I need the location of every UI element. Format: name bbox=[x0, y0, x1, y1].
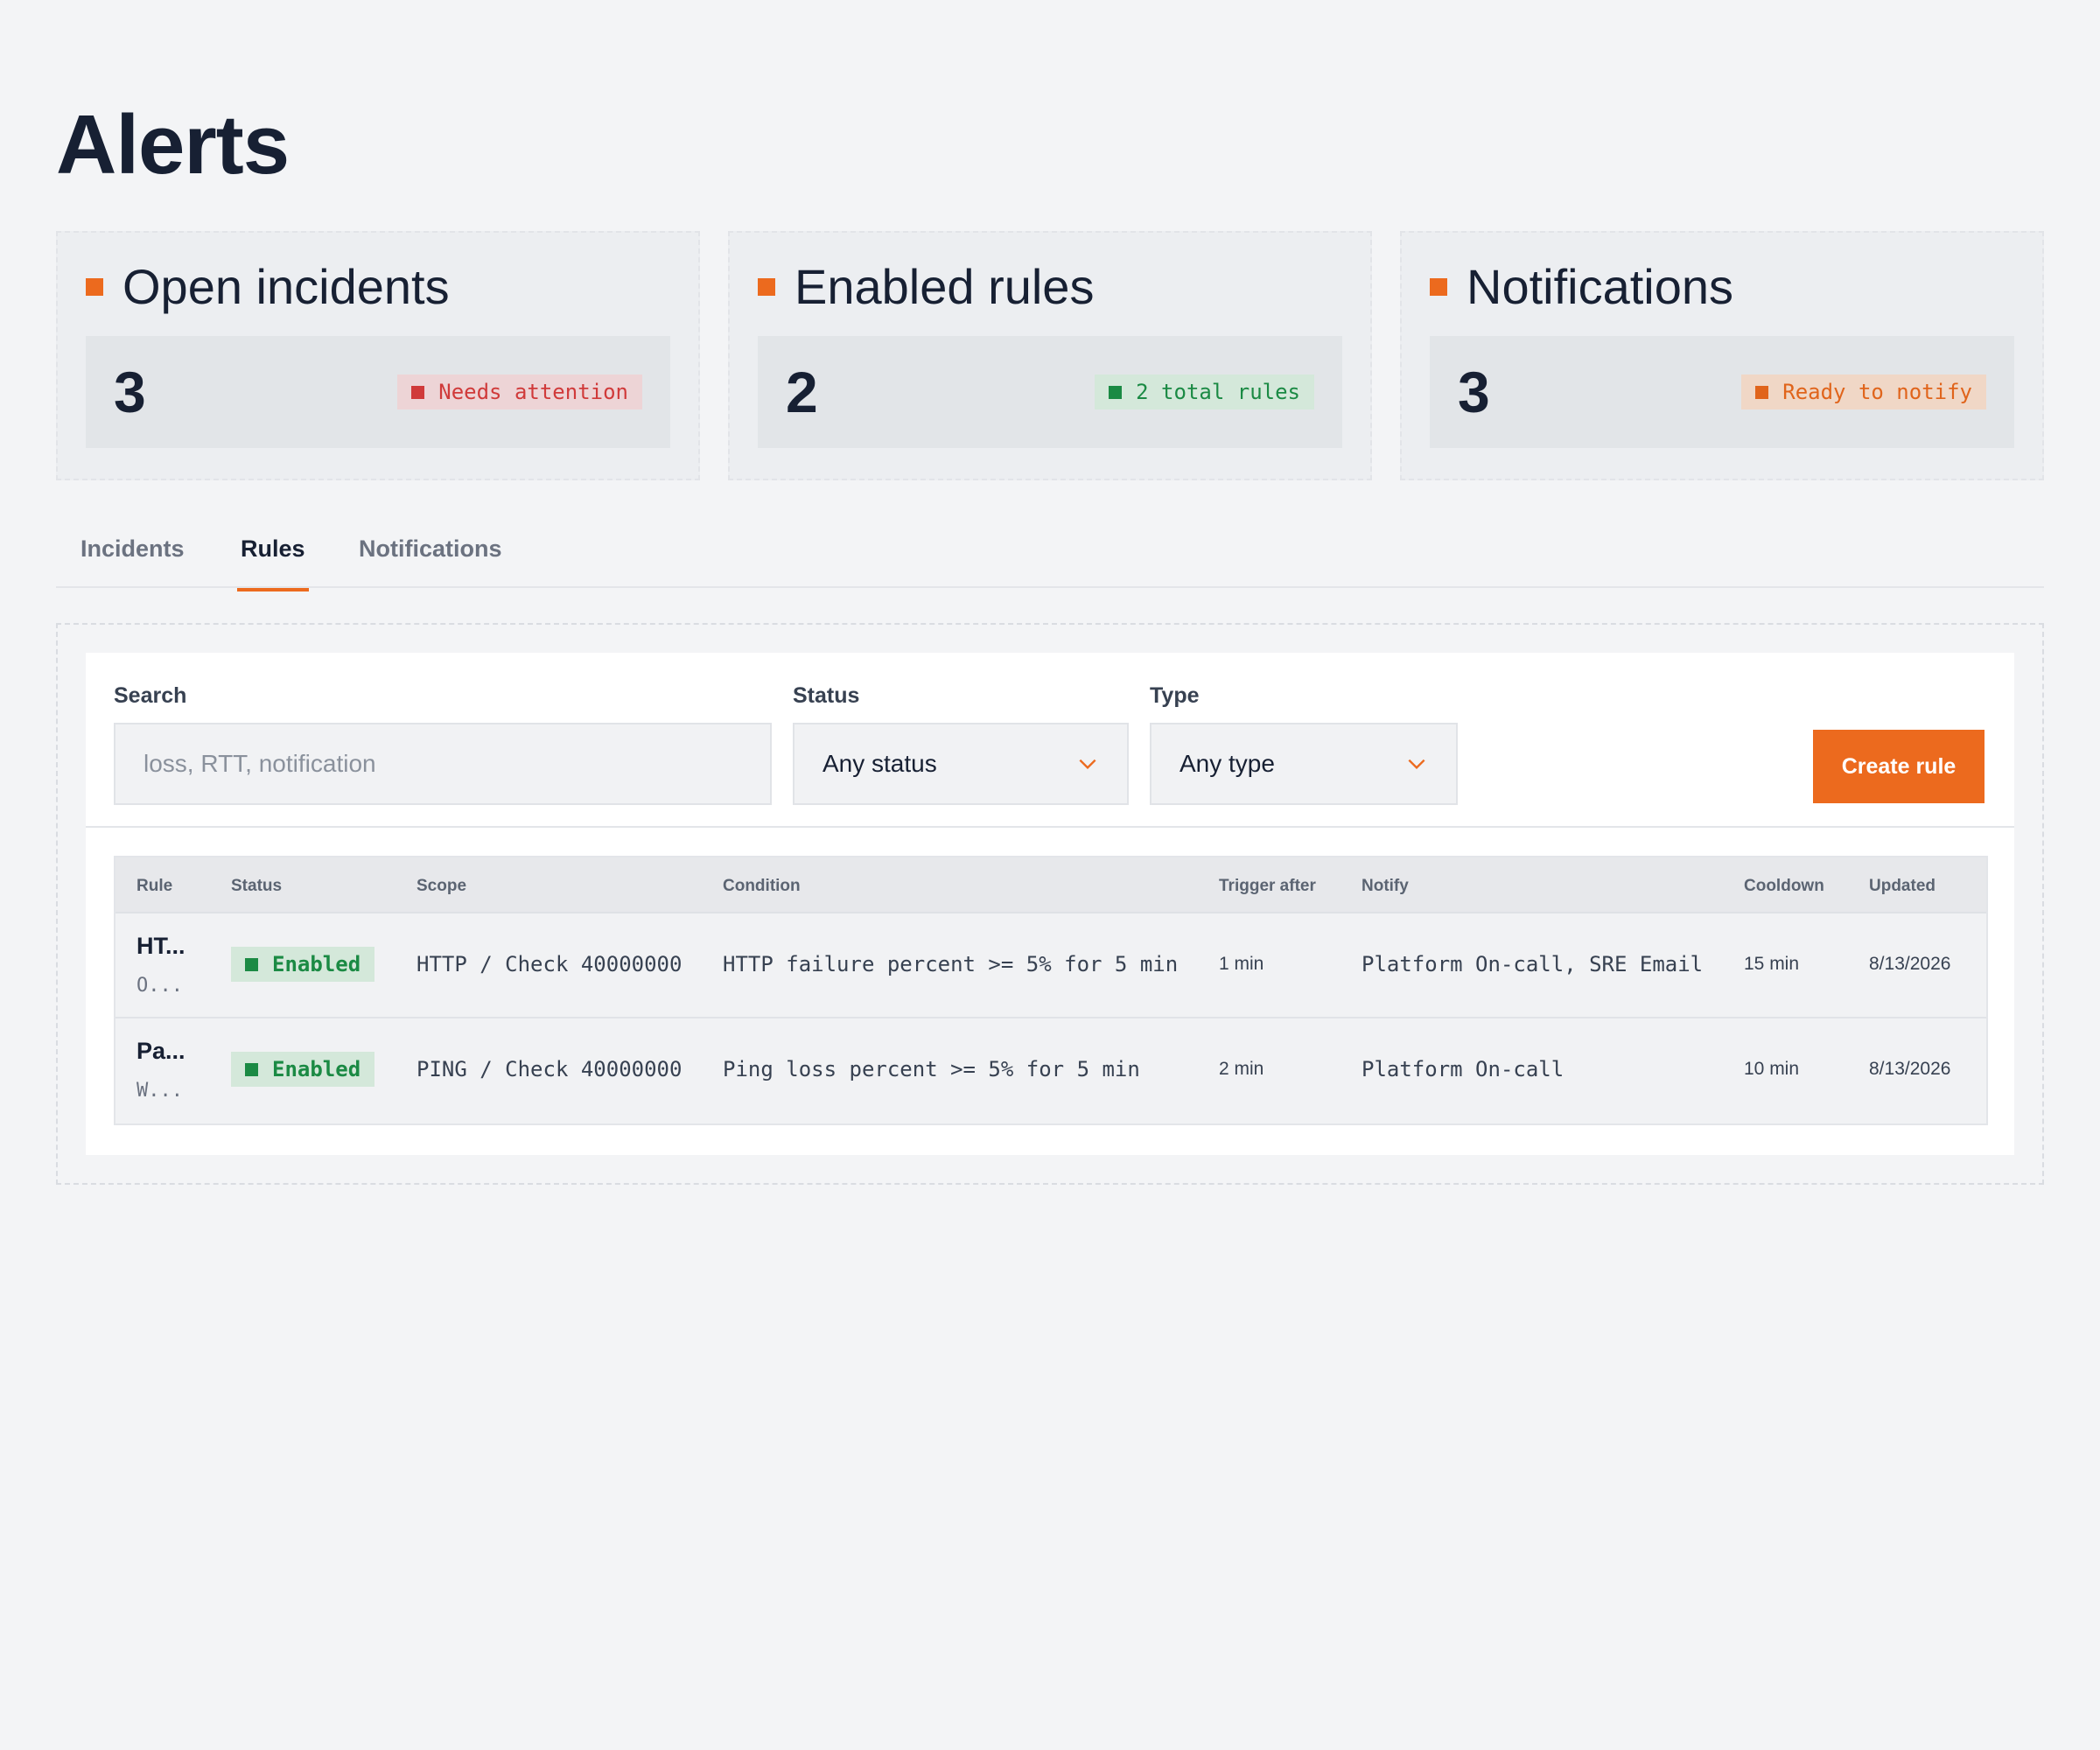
updated-cell: 8/13/2026 bbox=[1869, 954, 1951, 974]
rule-name[interactable]: Pa... bbox=[136, 1038, 191, 1065]
table-header: Rule Status Scope Condition Trigger afte… bbox=[116, 858, 1986, 914]
type-select-value: Any type bbox=[1180, 750, 1275, 777]
search-placeholder: loss, RTT, notification bbox=[144, 750, 376, 777]
chevron-down-icon bbox=[1079, 759, 1096, 770]
search-input[interactable]: loss, RTT, notification bbox=[114, 723, 772, 805]
badge-label: Ready to notify bbox=[1782, 380, 1972, 404]
status-badge: Needs attention bbox=[397, 374, 642, 410]
scope-cell: PING / Check 40000000 bbox=[416, 1057, 682, 1082]
card-open-incidents: Open incidents 3 Needs attention bbox=[56, 231, 700, 480]
card-header: Enabled rules bbox=[758, 259, 1342, 315]
rules-panel: Search loss, RTT, notification Status An… bbox=[56, 623, 2044, 1185]
card-body: 3 Ready to notify bbox=[1430, 336, 2014, 448]
square-icon bbox=[411, 385, 425, 399]
rules-table: Rule Status Scope Condition Trigger afte… bbox=[114, 856, 1988, 1125]
status-badge: Ready to notify bbox=[1741, 374, 1986, 410]
column-header-updated: Updated bbox=[1869, 877, 1936, 895]
status-select-value: Any status bbox=[822, 750, 937, 777]
column-header-condition: Condition bbox=[723, 877, 801, 895]
scope-cell: HTTP / Check 40000000 bbox=[416, 952, 682, 976]
column-header-cooldown: Cooldown bbox=[1744, 877, 1824, 895]
square-icon bbox=[1430, 278, 1447, 296]
search-label: Search bbox=[114, 683, 187, 708]
card-title: Open incidents bbox=[122, 259, 450, 314]
square-icon bbox=[86, 278, 103, 296]
column-header-scope: Scope bbox=[416, 877, 467, 895]
table-row[interactable]: Pa... W... Enabled PING / Check 40000000… bbox=[116, 1018, 1986, 1124]
badge-label: 2 total rules bbox=[1136, 380, 1300, 404]
chevron-down-icon bbox=[1408, 759, 1425, 770]
column-header-rule: Rule bbox=[136, 877, 173, 895]
rules-panel-inner: Search loss, RTT, notification Status An… bbox=[86, 653, 2014, 1155]
card-value: 3 bbox=[114, 360, 146, 424]
status-select[interactable]: Any status bbox=[793, 723, 1129, 805]
status-filter-label: Status bbox=[793, 683, 860, 708]
status-badge: 2 total rules bbox=[1095, 374, 1314, 410]
column-header-trigger-after: Trigger after bbox=[1219, 877, 1316, 895]
card-body: 3 Needs attention bbox=[86, 336, 670, 448]
notify-cell: Platform On-call bbox=[1362, 1057, 1564, 1082]
filter-bar: Search loss, RTT, notification Status An… bbox=[86, 653, 2014, 828]
create-rule-button[interactable]: Create rule bbox=[1813, 730, 1984, 803]
cooldown-cell: 10 min bbox=[1744, 1059, 1800, 1079]
card-header: Open incidents bbox=[86, 259, 670, 315]
trigger-after-cell: 1 min bbox=[1219, 954, 1264, 974]
card-value: 2 bbox=[786, 360, 818, 424]
tab-bar: Incidents Rules Notifications bbox=[56, 522, 2044, 592]
card-title: Notifications bbox=[1466, 259, 1734, 314]
rule-description: O... bbox=[136, 975, 183, 997]
status-label: Enabled bbox=[272, 1057, 361, 1082]
badge-label: Needs attention bbox=[438, 380, 628, 404]
card-body: 2 2 total rules bbox=[758, 336, 1342, 448]
type-filter-label: Type bbox=[1150, 683, 1200, 708]
card-value: 3 bbox=[1458, 360, 1490, 424]
cooldown-cell: 15 min bbox=[1744, 954, 1800, 974]
tab-incidents[interactable]: Incidents bbox=[80, 537, 185, 588]
status-badge: Enabled bbox=[231, 947, 375, 982]
square-icon bbox=[1109, 385, 1123, 399]
type-select[interactable]: Any type bbox=[1150, 723, 1458, 805]
page-title: Alerts bbox=[56, 98, 290, 192]
summary-cards: Open incidents 3 Needs attention Enabled… bbox=[56, 231, 2044, 480]
status-label: Enabled bbox=[272, 952, 361, 976]
condition-cell: HTTP failure percent >= 5% for 5 min bbox=[723, 952, 1179, 976]
table-row[interactable]: HT... O... Enabled HTTP / Check 40000000… bbox=[116, 914, 1986, 1018]
tab-rules[interactable]: Rules bbox=[237, 537, 309, 592]
column-header-notify: Notify bbox=[1362, 877, 1409, 895]
square-icon bbox=[245, 957, 258, 971]
condition-cell: Ping loss percent >= 5% for 5 min bbox=[723, 1057, 1140, 1082]
square-icon bbox=[758, 278, 775, 296]
updated-cell: 8/13/2026 bbox=[1869, 1059, 1951, 1079]
card-enabled-rules: Enabled rules 2 2 total rules bbox=[728, 231, 1372, 480]
notify-cell: Platform On-call, SRE Email bbox=[1362, 952, 1704, 976]
square-icon bbox=[1755, 385, 1769, 399]
card-notifications: Notifications 3 Ready to notify bbox=[1400, 231, 2044, 480]
square-icon bbox=[245, 1062, 258, 1076]
column-header-status: Status bbox=[231, 877, 283, 895]
rule-name[interactable]: HT... bbox=[136, 933, 191, 960]
status-badge: Enabled bbox=[231, 1052, 375, 1087]
tab-notifications[interactable]: Notifications bbox=[359, 537, 502, 588]
rule-description: W... bbox=[136, 1080, 183, 1102]
trigger-after-cell: 2 min bbox=[1219, 1059, 1264, 1079]
card-header: Notifications bbox=[1430, 259, 2014, 315]
card-title: Enabled rules bbox=[794, 259, 1095, 314]
